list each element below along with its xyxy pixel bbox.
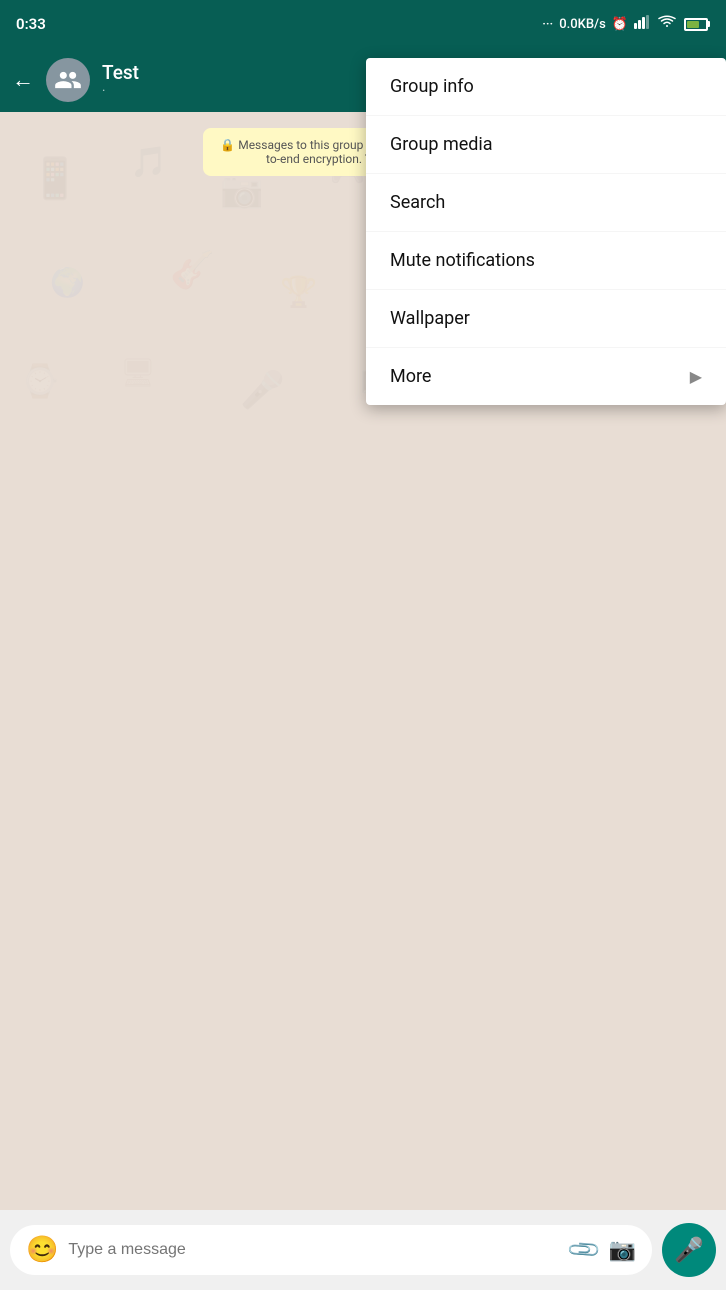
network-speed: 0.0KB/s (559, 17, 606, 32)
mic-button[interactable]: 🎤 (662, 1223, 716, 1277)
message-input[interactable] (68, 1241, 561, 1259)
attach-button[interactable]: 📎 (566, 1231, 603, 1268)
wifi-icon (658, 15, 676, 33)
menu-item-more-label: More (390, 366, 431, 387)
status-icons: ··· 0.0KB/s ⏰ (542, 15, 710, 33)
menu-item-search[interactable]: Search (366, 174, 726, 232)
menu-item-group-info-label: Group info (390, 76, 474, 97)
mic-icon: 🎤 (674, 1236, 704, 1264)
battery-indicator (682, 18, 710, 31)
input-bar: 😊 📎 📷 🎤 (0, 1210, 726, 1290)
group-avatar[interactable] (46, 58, 90, 102)
dots-icon: ··· (542, 17, 553, 32)
menu-item-group-info[interactable]: Group info (366, 58, 726, 116)
menu-item-search-label: Search (390, 192, 445, 213)
camera-button[interactable]: 📷 (609, 1238, 636, 1263)
menu-item-group-media[interactable]: Group media (366, 116, 726, 174)
message-input-wrapper: 😊 📎 📷 (10, 1225, 652, 1275)
chevron-right-icon: ▶ (690, 367, 702, 386)
emoji-button[interactable]: 😊 (26, 1235, 58, 1265)
status-time: 0:33 (16, 15, 46, 33)
menu-item-mute-label: Mute notifications (390, 250, 535, 271)
alarm-icon: ⏰ (612, 17, 628, 32)
dropdown-menu: Group info Group media Search Mute notif… (366, 58, 726, 405)
menu-item-wallpaper[interactable]: Wallpaper (366, 290, 726, 348)
menu-item-wallpaper-label: Wallpaper (390, 308, 470, 329)
menu-item-more[interactable]: More ▶ (366, 348, 726, 405)
menu-item-mute-notifications[interactable]: Mute notifications (366, 232, 726, 290)
back-button[interactable]: ← (12, 67, 34, 93)
menu-item-group-media-label: Group media (390, 134, 493, 155)
status-bar: 0:33 ··· 0.0KB/s ⏰ (0, 0, 726, 48)
signal-icon (634, 15, 652, 33)
